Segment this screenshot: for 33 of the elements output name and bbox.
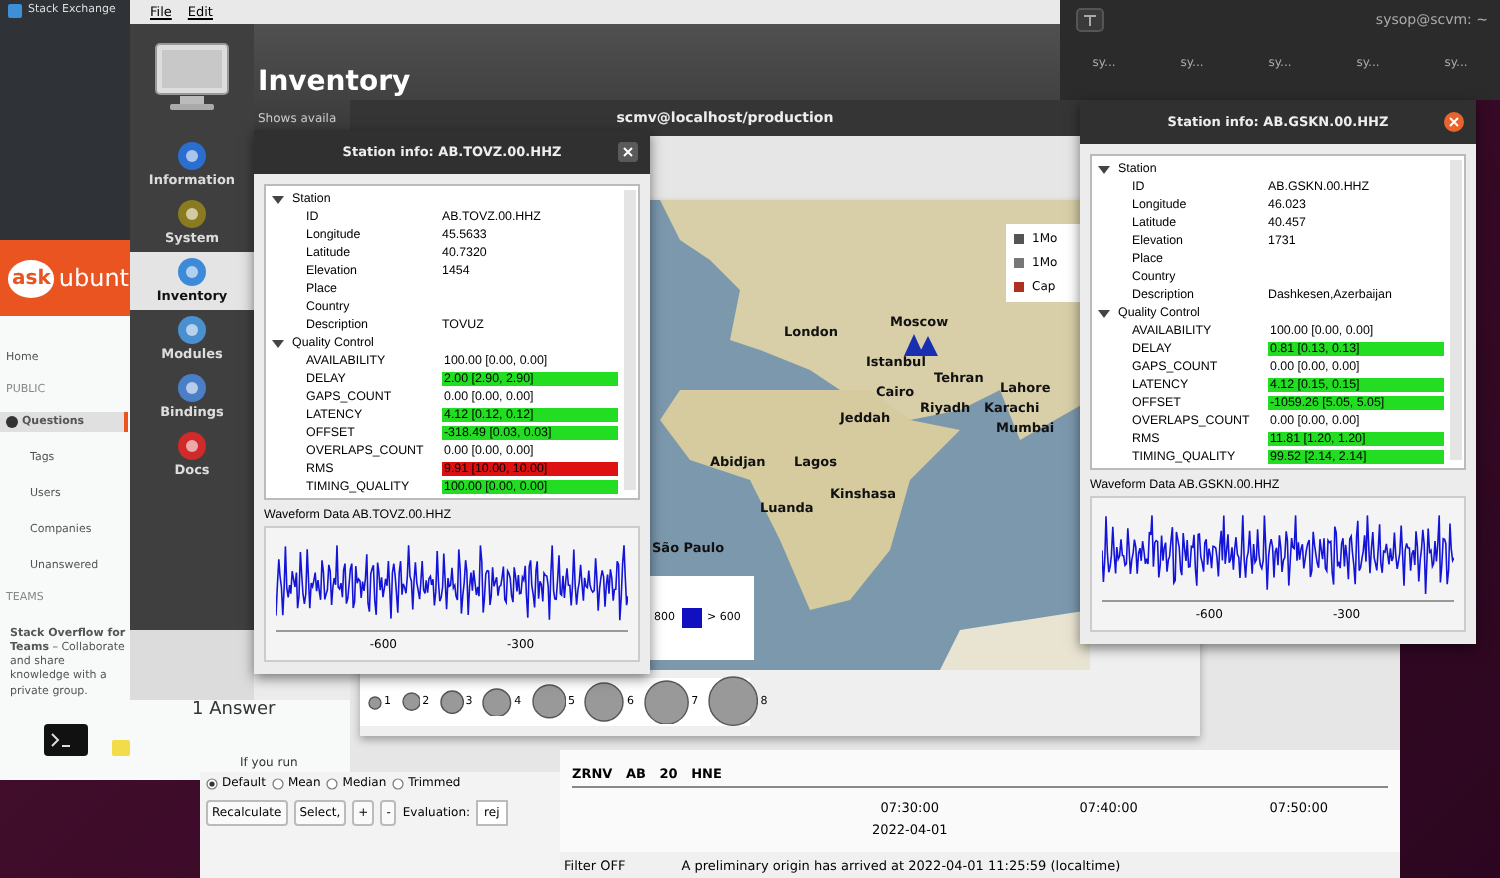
expander-icon (272, 193, 284, 205)
sidebar-item-icon (176, 372, 208, 404)
scrollbar[interactable] (1450, 160, 1462, 460)
terminal-icon[interactable] (44, 724, 88, 756)
new-tab-icon[interactable] (1076, 8, 1104, 32)
answers-heading: 1 Answer (192, 700, 276, 720)
depth-swatch-icon (681, 608, 701, 628)
magnitude-circle-icon (401, 692, 421, 712)
expander-icon (272, 337, 284, 349)
logo-badge[interactable]: ask (8, 259, 55, 297)
expander-icon (1098, 163, 1110, 175)
expander-icon (1098, 307, 1110, 319)
magnitude-circle-icon (708, 676, 759, 728)
stack-icon (8, 4, 22, 18)
station-triangles-icon (904, 332, 944, 356)
magnitude-circle-icon (439, 689, 464, 715)
globe-icon (6, 416, 18, 428)
close-icon[interactable] (1444, 112, 1464, 132)
sidebar-item-icon (176, 256, 208, 288)
sidebar-item-icon (176, 314, 208, 346)
scrollbar[interactable] (624, 190, 636, 490)
magnitude-circle-icon (368, 695, 382, 709)
sidebar-item-icon (176, 430, 208, 462)
sidebar-item-icon (176, 198, 208, 230)
close-icon[interactable] (618, 142, 638, 162)
logo-text[interactable]: ubunt (58, 264, 129, 292)
magnitude-circle-icon (643, 679, 690, 725)
magnitude-circle-icon (584, 682, 625, 722)
monitor-icon (152, 40, 232, 116)
magnitude-circle-icon (482, 687, 513, 717)
sidebar-item-icon (176, 140, 208, 172)
magnitude-circle-icon (531, 684, 566, 720)
page-title: Inventory (258, 68, 411, 96)
